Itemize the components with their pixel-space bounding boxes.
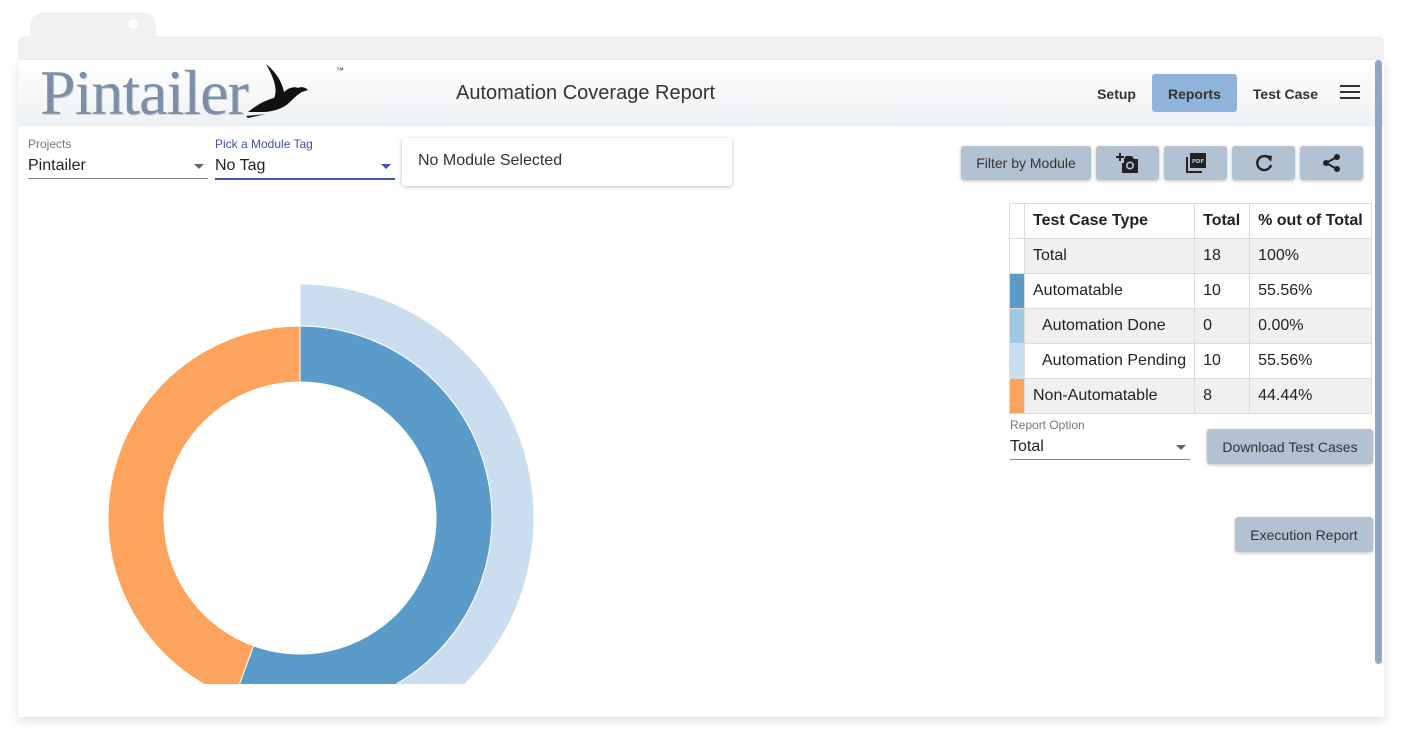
refresh-button[interactable]	[1232, 146, 1295, 180]
cell-total: 0	[1194, 308, 1251, 344]
app-window: Pintailer ™ Automation Coverage Report S…	[18, 60, 1384, 717]
screenshot-button[interactable]	[1096, 146, 1159, 180]
coverage-table: Test Case Type Total % out of Total Tota…	[1009, 203, 1372, 414]
module-selection-box[interactable]: No Module Selected	[402, 138, 732, 186]
cell-total: 10	[1194, 273, 1251, 309]
project-select-value[interactable]: Pintailer	[28, 151, 208, 179]
logo-text: Pintailer	[40, 60, 249, 128]
cell-percent: 0.00%	[1249, 308, 1372, 344]
header-percent: % out of Total	[1249, 203, 1372, 239]
pdf-icon: PDF	[1185, 153, 1206, 173]
execution-report-button[interactable]: Execution Report	[1235, 517, 1373, 552]
vertical-scrollbar[interactable]	[1375, 60, 1382, 664]
report-option-text: Total	[1010, 438, 1044, 455]
donut-slice-non-automatable[interactable]	[107, 325, 301, 684]
page-title: Automation Coverage Report	[456, 82, 716, 104]
cell-type: Automation Pending	[1023, 343, 1196, 379]
report-option-select[interactable]: Report Option Total	[1010, 418, 1190, 460]
row-color-swatch	[1009, 238, 1025, 274]
add-photo-icon	[1115, 153, 1138, 173]
module-tag-text: No Tag	[215, 157, 266, 174]
coverage-donut-chart	[107, 283, 535, 684]
table-row: Total 18 100%	[1009, 238, 1372, 274]
download-test-cases-button[interactable]: Download Test Cases	[1207, 429, 1373, 464]
pintailer-logo: Pintailer ™	[40, 60, 344, 128]
table-row: Non-Automatable 8 44.44%	[1009, 378, 1372, 414]
row-color-swatch	[1009, 343, 1025, 379]
cell-type: Automatable	[1023, 273, 1196, 309]
hamburger-menu-icon[interactable]	[1340, 85, 1360, 101]
window-tab-dot	[128, 19, 138, 29]
svg-text:PDF: PDF	[1191, 159, 1204, 165]
header-total: Total	[1194, 203, 1251, 239]
project-select[interactable]: Projects Pintailer	[28, 137, 208, 179]
cell-percent: 100%	[1249, 238, 1372, 274]
header-test-case-type: Test Case Type	[1023, 203, 1196, 239]
share-button[interactable]	[1300, 146, 1363, 180]
app-header: Pintailer ™ Automation Coverage Report S…	[18, 60, 1384, 126]
cell-type: Automation Done	[1023, 308, 1196, 344]
chevron-down-icon	[1176, 445, 1186, 450]
trademark-symbol: ™	[336, 66, 344, 75]
chevron-down-icon	[381, 164, 391, 169]
cell-type: Total	[1023, 238, 1196, 274]
nav-test-case[interactable]: Test Case	[1237, 74, 1334, 112]
module-tag-select[interactable]: Pick a Module Tag No Tag	[215, 137, 395, 180]
refresh-icon	[1255, 154, 1272, 172]
table-row: Automation Done 0 0.00%	[1009, 308, 1372, 344]
chevron-down-icon	[194, 164, 204, 169]
report-option-value[interactable]: Total	[1010, 432, 1190, 460]
cell-total: 10	[1194, 343, 1251, 379]
row-color-swatch	[1009, 273, 1025, 309]
module-tag-value[interactable]: No Tag	[215, 151, 395, 180]
top-nav: Setup Reports Test Case	[1081, 74, 1360, 112]
swatch-header	[1009, 203, 1025, 239]
cell-percent: 55.56%	[1249, 343, 1372, 379]
filter-by-module-button[interactable]: Filter by Module	[961, 146, 1091, 180]
table-row: Automation Pending 10 55.56%	[1009, 343, 1372, 379]
cell-percent: 44.44%	[1249, 378, 1372, 414]
cell-percent: 55.56%	[1249, 273, 1372, 309]
nav-setup[interactable]: Setup	[1081, 74, 1152, 112]
cell-type: Non-Automatable	[1023, 378, 1196, 414]
project-select-text: Pintailer	[28, 157, 86, 174]
table-row: Automatable 10 55.56%	[1009, 273, 1372, 309]
cell-total: 18	[1194, 238, 1251, 274]
nav-reports[interactable]: Reports	[1151, 74, 1237, 112]
export-pdf-button[interactable]: PDF	[1164, 146, 1227, 180]
row-color-swatch	[1009, 308, 1025, 344]
module-tag-label: Pick a Module Tag	[215, 137, 313, 151]
window-titlebar	[18, 36, 1384, 62]
row-color-swatch	[1009, 378, 1025, 414]
report-option-label: Report Option	[1010, 418, 1085, 432]
duck-logo-icon	[245, 64, 308, 118]
table-header-row: Test Case Type Total % out of Total	[1009, 203, 1372, 239]
project-select-label: Projects	[28, 137, 72, 151]
cell-total: 8	[1194, 378, 1251, 414]
share-icon	[1322, 154, 1340, 172]
